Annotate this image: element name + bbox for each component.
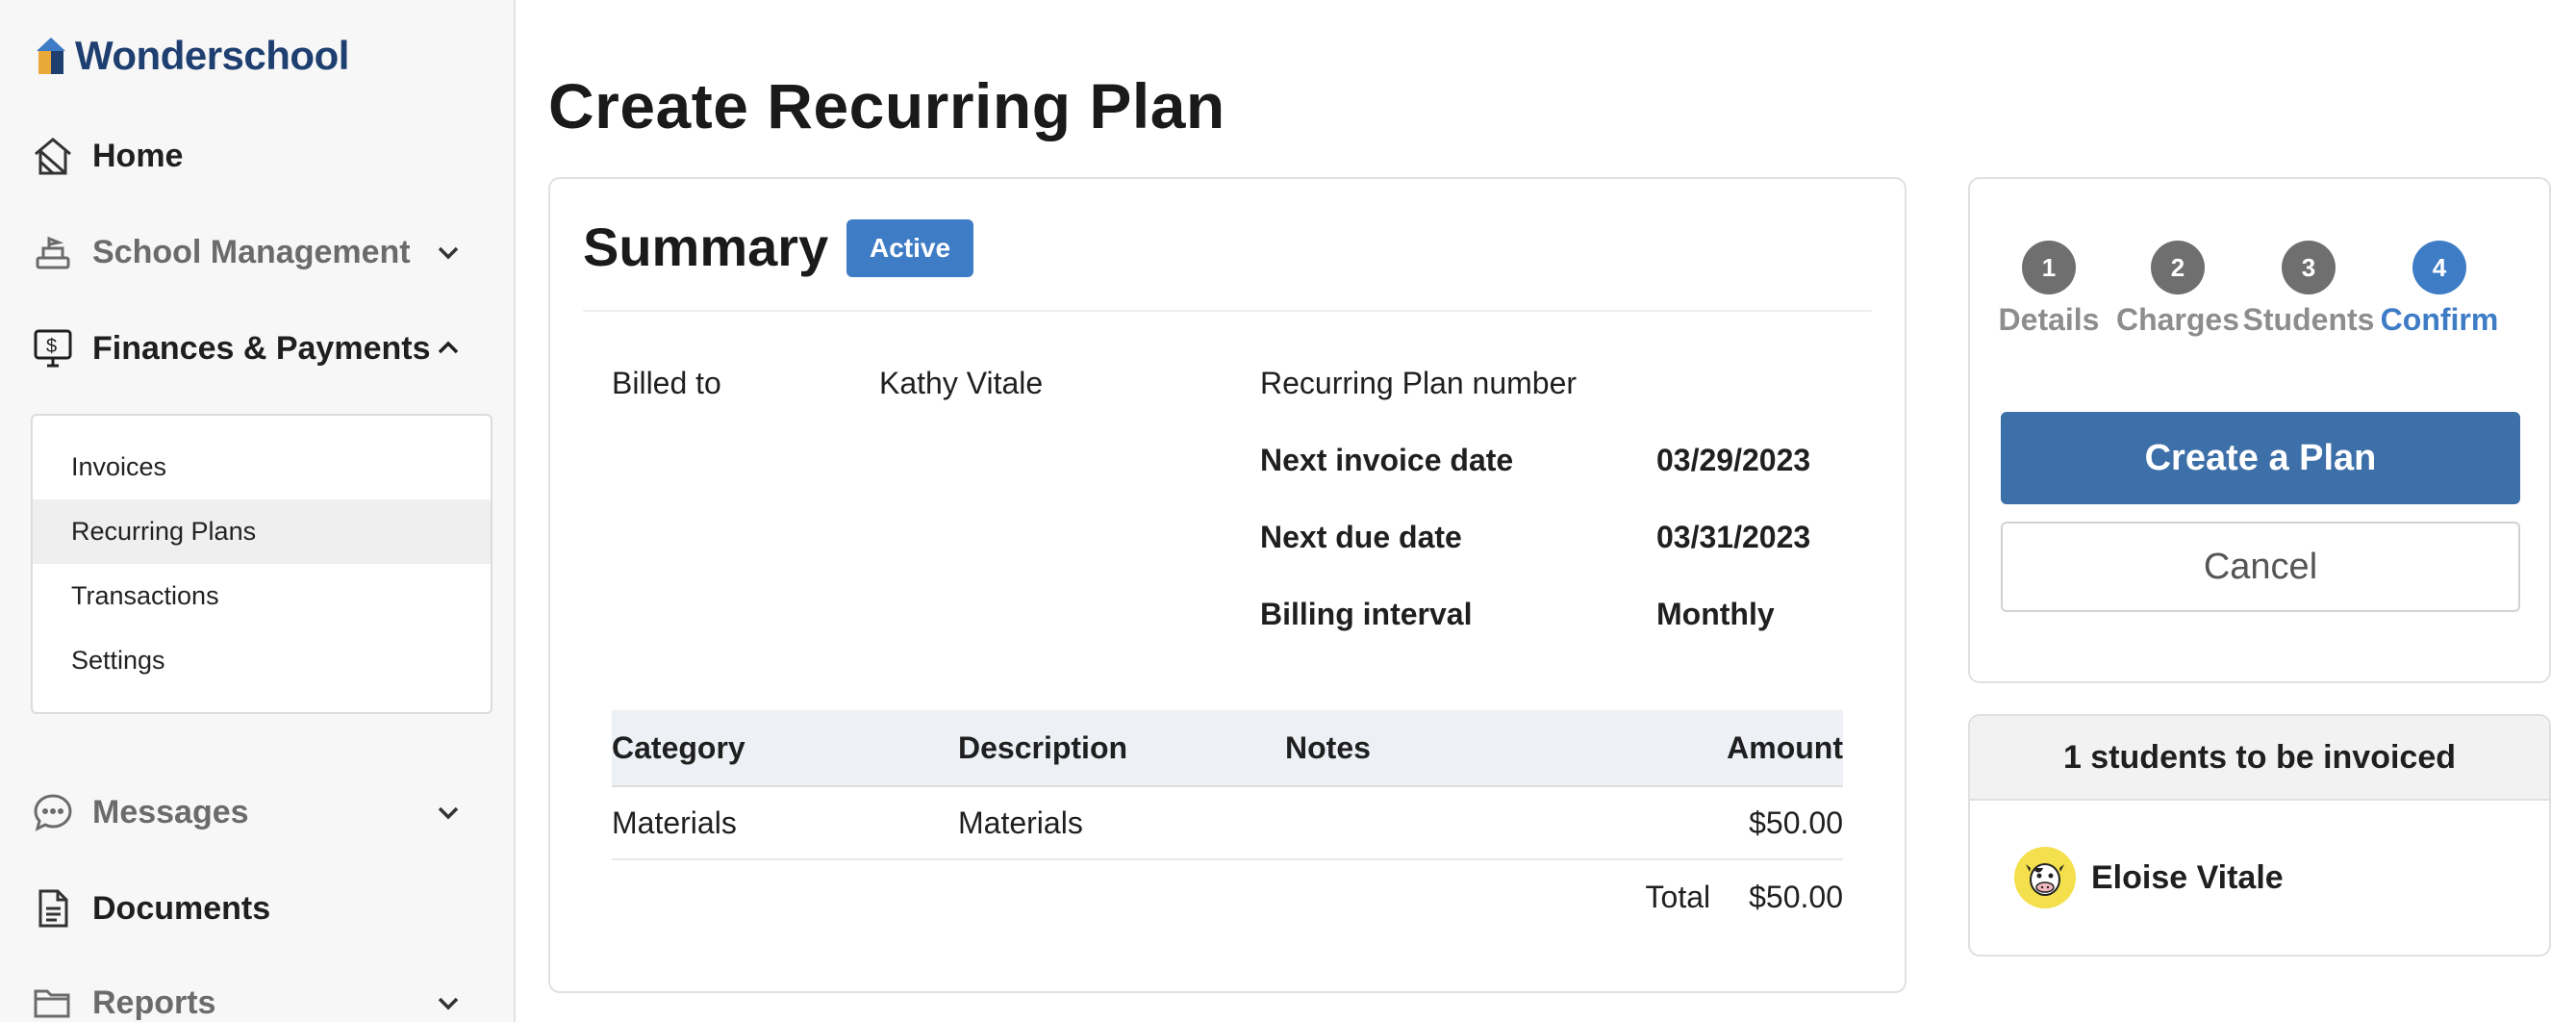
students-header: 1 students to be invoiced [1970,716,2549,801]
billing-interval-value: Monthly [1656,597,1775,631]
column-header-description: Description [958,729,1128,765]
sidebar: Wonderschool Home School Management $ Fi… [0,0,516,1022]
next-due-date-label: Next due date [1260,520,1462,554]
table-row: Materials Materials $50.00 [612,787,1843,860]
sidebar-item-label: Documents [92,889,271,927]
students-card: 1 students to be invoiced Eloise Vitale [1968,714,2551,957]
sidebar-item-label: Finances & Payments [92,329,431,367]
step-label: Confirm [2380,302,2499,337]
sidebar-item-reports[interactable]: Reports [31,974,483,1022]
column-header-notes: Notes [1285,729,1371,765]
create-plan-button[interactable]: Create a Plan [2001,412,2520,504]
step-charges[interactable]: 2 Charges [2110,241,2245,338]
cell-amount: $50.00 [1749,805,1843,840]
finances-subnav: Invoices Recurring Plans Transactions Se… [31,414,492,714]
sidebar-item-messages[interactable]: Messages [31,783,483,841]
sidebar-item-label: Home [92,137,184,174]
subnav-item-invoices[interactable]: Invoices [33,435,491,499]
step-number: 4 [2412,241,2466,294]
student-item: Eloise Vitale [2014,847,2284,908]
step-confirm[interactable]: 4 Confirm [2372,241,2507,338]
next-due-date-value: 03/31/2023 [1656,520,1811,554]
sidebar-item-label: School Management [92,233,411,270]
cow-avatar [2014,847,2076,908]
step-number: 1 [2022,241,2076,294]
plan-number-label: Recurring Plan number [1260,366,1578,400]
next-invoice-date-label: Next invoice date [1260,443,1514,477]
subnav-item-settings[interactable]: Settings [33,628,491,693]
subnav-item-recurring-plans[interactable]: Recurring Plans [33,499,491,564]
sidebar-item-label: Reports [92,984,216,1021]
school-icon [31,230,75,274]
total-row: Total $50.00 [612,860,1843,933]
logo-text: Wonderschool [75,33,349,78]
status-badge: Active [846,219,974,277]
step-label: Charges [2115,302,2240,337]
step-number: 2 [2151,241,2205,294]
billed-to-label: Billed to [612,366,721,400]
subnav-item-transactions[interactable]: Transactions [33,564,491,628]
chat-icon [31,790,75,834]
charges-table: Category Description Notes Amount Materi… [612,710,1843,933]
svg-text:$: $ [46,336,57,357]
chevron-down-icon[interactable] [435,989,462,1016]
logo-house-icon [37,38,65,74]
document-icon [31,886,75,931]
step-students[interactable]: 3 Students [2241,241,2376,338]
column-header-amount: Amount [1727,729,1843,765]
steps-card: 1 Details 2 Charges 3 Students 4 Confirm… [1968,177,2551,683]
wonderschool-logo[interactable]: Wonderschool [35,33,349,79]
summary-card: Summary Active Billed to Kathy Vitale Re… [548,177,1907,993]
step-label: Details [1998,302,2100,337]
cancel-button[interactable]: Cancel [2001,522,2520,612]
chevron-down-icon[interactable] [435,239,462,266]
table-header: Category Description Notes Amount [612,710,1843,787]
step-details[interactable]: 1 Details [1982,241,2116,338]
home-icon [31,134,75,178]
summary-title: Summary [583,217,829,277]
sidebar-item-documents[interactable]: Documents [31,880,483,937]
chevron-down-icon[interactable] [435,799,462,826]
sidebar-item-school-management[interactable]: School Management [31,223,483,281]
column-header-category: Category [612,729,745,765]
next-invoice-date-value: 03/29/2023 [1656,443,1811,477]
total-value: $50.00 [1749,879,1843,914]
step-label: Students [2242,302,2375,337]
sidebar-item-home[interactable]: Home [31,127,483,185]
folder-icon [31,981,75,1022]
total-label: Total [1645,879,1711,914]
finance-icon: $ [31,326,75,370]
sidebar-item-finances-payments[interactable]: $ Finances & Payments [31,319,483,377]
page-title: Create Recurring Plan [548,70,1225,141]
billing-interval-label: Billing interval [1260,597,1473,631]
chevron-up-icon[interactable] [435,335,462,362]
step-number: 3 [2282,241,2336,294]
sidebar-item-label: Messages [92,793,249,830]
billed-to-value: Kathy Vitale [879,366,1044,400]
student-name: Eloise Vitale [2091,858,2284,896]
cell-category: Materials [612,805,737,840]
summary-divider [583,310,1872,312]
cell-description: Materials [958,805,1083,840]
